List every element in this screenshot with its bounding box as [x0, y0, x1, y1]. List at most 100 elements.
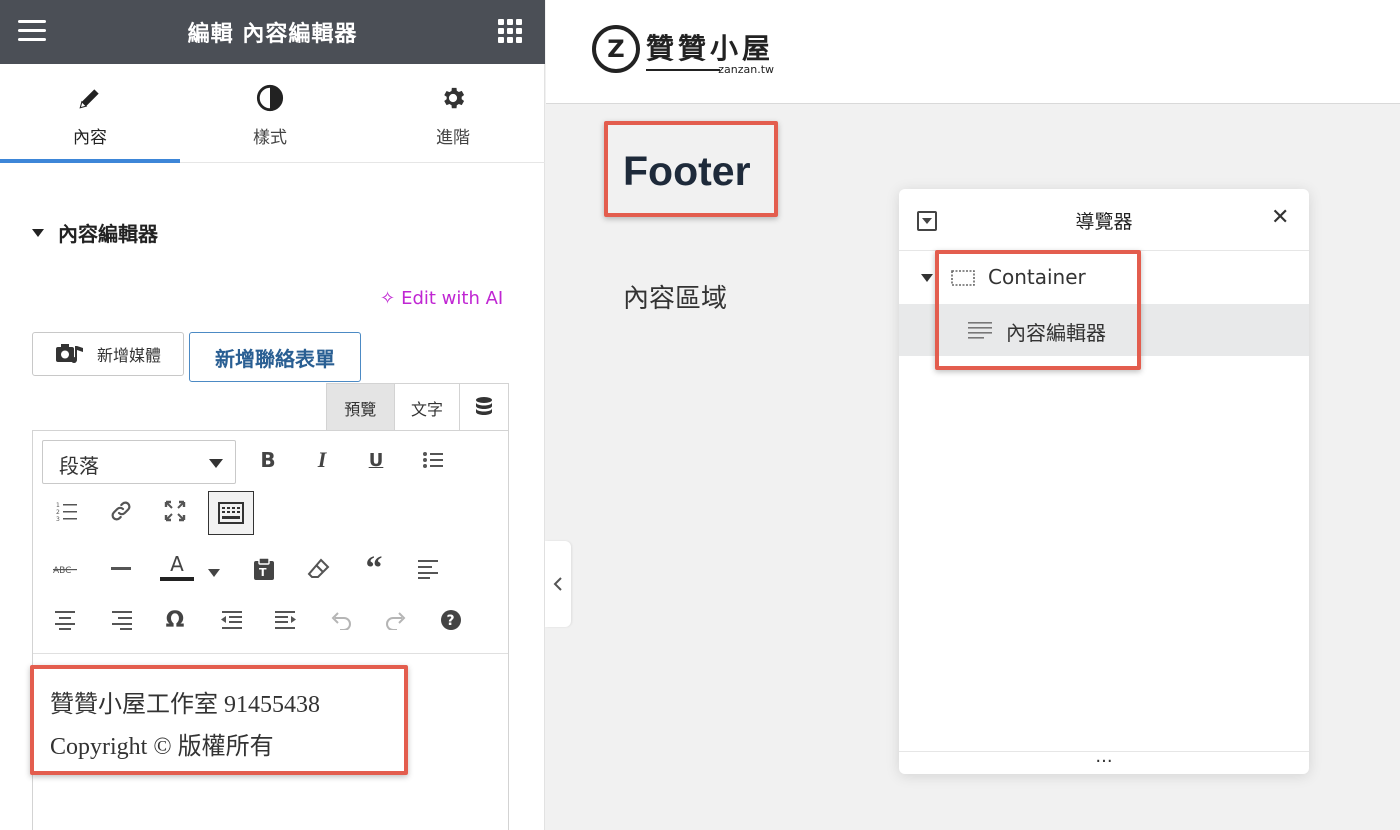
bold-icon: B: [260, 448, 276, 472]
horizontal-line-button[interactable]: [103, 551, 139, 587]
navigator-resize-handle[interactable]: ...: [899, 748, 1309, 774]
site-logo[interactable]: Z 贊贊小屋 zanzan.tw: [592, 22, 774, 76]
content-line-1: 贊贊小屋工作室 91455438: [50, 692, 320, 718]
editor-panel: 編輯 內容編輯器 內容 樣式 進階 內容編輯器 ✧ Edit with AI 新…: [0, 0, 545, 830]
redo-button[interactable]: [378, 602, 414, 638]
svg-text:3: 3: [56, 516, 60, 522]
caret-down-icon: [32, 228, 44, 237]
strikethrough-button[interactable]: ABC: [47, 551, 83, 587]
collapse-panel-button[interactable]: [545, 541, 571, 627]
panel-header: 編輯 內容編輯器: [0, 0, 545, 64]
toolbar-toggle-button[interactable]: [208, 491, 254, 535]
database-icon: [475, 396, 493, 420]
italic-icon: I: [317, 447, 327, 472]
bold-button[interactable]: B: [250, 442, 286, 478]
add-form-label: 新增聯絡表單: [215, 346, 335, 371]
tab-advanced[interactable]: 進階: [363, 64, 543, 163]
close-icon[interactable]: ✕: [1271, 205, 1289, 230]
edit-with-ai-label: Edit with AI: [401, 288, 504, 309]
align-left-button[interactable]: [411, 551, 447, 587]
omega-icon: Ω: [165, 607, 185, 633]
numbered-list-button[interactable]: 123: [49, 493, 85, 529]
sparkle-icon: ✧: [380, 288, 396, 309]
tab-text[interactable]: 文字: [395, 384, 461, 431]
section-toggle[interactable]: 內容編輯器: [32, 218, 158, 247]
underline-icon: U: [368, 449, 384, 471]
rich-text-editor: 段落 B I U 123 ABC A T “ Ω ? 贊贊小屋工作室 91455…: [32, 430, 509, 830]
fullscreen-icon: [164, 500, 186, 522]
text-color-swatch: [160, 576, 194, 581]
underline-button[interactable]: U: [358, 442, 394, 478]
navigator-item-container[interactable]: Container: [899, 252, 1309, 304]
quote-icon: “: [365, 550, 383, 587]
navigator-item-label: Container: [988, 265, 1086, 289]
navigator-item-label: 內容編輯器: [1006, 321, 1106, 345]
indent-icon: [275, 611, 296, 629]
align-center-button[interactable]: [47, 602, 83, 638]
navigator-panel: 導覽器 ✕ Container 內容編輯器 ...: [899, 189, 1309, 774]
align-left-icon: [418, 560, 438, 579]
svg-text:2: 2: [56, 509, 60, 516]
svg-text:ABC: ABC: [53, 566, 71, 576]
help-icon: ?: [441, 610, 461, 630]
tab-visual[interactable]: 預覽: [327, 384, 395, 431]
editor-mode-tabs: 預覽 文字: [326, 383, 509, 431]
text-color-button[interactable]: A: [157, 549, 197, 585]
database-button[interactable]: [460, 384, 508, 431]
tab-advanced-label: 進階: [436, 128, 470, 148]
preview-heading[interactable]: Footer: [623, 148, 751, 195]
editor-content-area[interactable]: 贊贊小屋工作室 91455438 Copyright © 版權所有: [33, 654, 508, 830]
add-contact-form-button[interactable]: 新增聯絡表單: [189, 332, 361, 382]
clear-formatting-button[interactable]: [301, 551, 337, 587]
chevron-left-icon: [553, 577, 562, 591]
undo-button[interactable]: [323, 602, 359, 638]
strikethrough-icon: ABC: [53, 566, 77, 576]
panel-title: 編輯 內容編輯器: [187, 22, 358, 47]
svg-text:?: ?: [447, 613, 455, 629]
horizontal-line-icon: [111, 567, 131, 570]
tab-content[interactable]: 內容: [0, 64, 180, 163]
help-button[interactable]: ?: [433, 602, 469, 638]
apps-grid-icon[interactable]: [498, 19, 522, 43]
navigator-title: 導覽器: [1075, 211, 1133, 233]
dropdown-arrow-icon: [208, 569, 220, 577]
tab-style[interactable]: 樣式: [180, 64, 360, 163]
edit-with-ai-link[interactable]: ✧ Edit with AI: [380, 288, 503, 309]
editor-toolbar: 段落 B I U 123 ABC A T “ Ω ?: [33, 431, 508, 654]
eraser-icon: [307, 558, 330, 578]
keyboard-icon: [218, 502, 244, 524]
outdent-button[interactable]: [213, 602, 249, 638]
tab-style-label: 樣式: [253, 128, 287, 148]
add-media-button[interactable]: 新增媒體: [32, 332, 184, 376]
logo-domain: zanzan.tw: [718, 63, 775, 76]
format-select[interactable]: 段落: [42, 440, 236, 484]
fullscreen-button[interactable]: [157, 493, 193, 529]
dropdown-arrow-icon: [209, 459, 223, 468]
text-color-dropdown[interactable]: [199, 555, 229, 591]
special-character-button[interactable]: Ω: [157, 602, 193, 638]
logo-name: 贊贊小屋: [646, 32, 775, 65]
pencil-icon: [0, 84, 180, 112]
italic-button[interactable]: I: [304, 442, 340, 478]
gear-icon: [363, 84, 543, 112]
svg-text:1: 1: [56, 502, 60, 509]
align-right-button[interactable]: [103, 602, 139, 638]
align-right-icon: [112, 611, 132, 630]
paste-text-button[interactable]: T: [246, 551, 282, 587]
navigator-item-text-editor[interactable]: 內容編輯器: [899, 304, 1309, 356]
link-icon: [111, 501, 131, 521]
align-center-icon: [55, 611, 75, 630]
link-button[interactable]: [103, 493, 139, 529]
site-header: Z 贊贊小屋 zanzan.tw: [546, 0, 1400, 104]
indent-button[interactable]: [268, 602, 304, 638]
panel-tabs: 內容 樣式 進階: [0, 64, 545, 163]
text-lines-icon: [968, 321, 992, 343]
undo-icon: [331, 612, 351, 630]
bullet-list-icon: [423, 452, 443, 468]
blockquote-button[interactable]: “: [356, 551, 392, 587]
tab-content-label: 內容: [73, 128, 107, 148]
content-line-2: Copyright © 版權所有: [50, 734, 274, 760]
bullet-list-button[interactable]: [415, 442, 451, 478]
preview-content-text[interactable]: 內容區域: [623, 278, 727, 315]
section-title: 內容編輯器: [58, 222, 158, 246]
